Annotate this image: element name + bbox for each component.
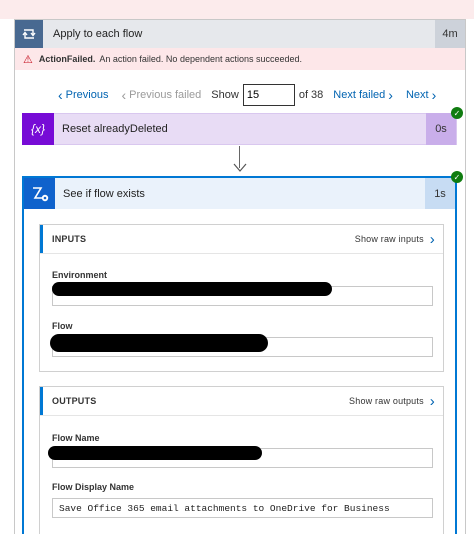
previous-label: Previous [65, 89, 109, 101]
flow-display-name-label: Flow Display Name [52, 482, 135, 492]
chevron-right-icon: › [388, 87, 393, 103]
redaction-mark [52, 282, 332, 296]
top-error-strip [0, 0, 474, 19]
flow-label: Flow [52, 321, 73, 331]
error-message: An action failed. No dependent actions s… [99, 54, 303, 64]
warning-icon: ⚠ [23, 53, 33, 66]
redaction-mark [50, 334, 268, 352]
outputs-body: Flow Name Flow Display Name Save Office … [40, 415, 443, 534]
reset-variable-action[interactable]: {x} Reset alreadyDeleted 0s [22, 113, 457, 145]
of-total-label: of 38 [298, 89, 324, 101]
flow-management-icon [24, 178, 55, 209]
loop-icon [15, 20, 43, 48]
reset-variable-duration: 0s [426, 113, 456, 145]
reset-variable-title: Reset alreadyDeleted [62, 123, 168, 135]
iteration-input[interactable] [242, 84, 295, 106]
see-if-flow-exists-action: See if flow exists 1s INPUTS Show raw in… [22, 176, 457, 534]
chevron-left-icon: ‹ [58, 87, 63, 103]
see-if-flow-exists-duration: 1s [425, 178, 455, 209]
next-failed-button[interactable]: Next failed › [333, 87, 396, 103]
show-raw-outputs-button[interactable]: Show raw outputs › [349, 393, 443, 410]
apply-to-each-header[interactable]: Apply to each flow 4m [15, 20, 465, 48]
next-label: Next [405, 89, 429, 101]
inputs-header: INPUTS Show raw inputs › [40, 225, 443, 253]
environment-label: Environment [52, 270, 108, 280]
show-raw-outputs-label: Show raw outputs [349, 396, 424, 406]
outputs-title: OUTPUTS [52, 396, 97, 406]
show-raw-inputs-label: Show raw inputs [354, 234, 424, 244]
variable-icon: {x} [22, 113, 54, 145]
show-label: Show [211, 89, 239, 101]
next-button[interactable]: Next › [406, 87, 439, 103]
flow-display-name-value: Save Office 365 email attachments to One… [52, 498, 433, 518]
iteration-pager: ‹ Previous ‹ Previous failed Show of 38 … [15, 84, 465, 106]
flow-name-label: Flow Name [52, 433, 100, 443]
chevron-right-icon: › [429, 230, 435, 248]
previous-button[interactable]: ‹ Previous [55, 87, 108, 103]
chevron-right-icon: › [429, 392, 435, 410]
inputs-body: Environment Flow [40, 253, 443, 371]
outputs-panel: OUTPUTS Show raw outputs › Flow Name Flo… [39, 386, 444, 534]
previous-failed-label: Previous failed [129, 89, 202, 101]
error-label: ActionFailed. [38, 54, 96, 64]
show-raw-inputs-button[interactable]: Show raw inputs › [355, 231, 443, 248]
inputs-panel: INPUTS Show raw inputs › Environment Flo… [39, 224, 444, 372]
success-check-icon: ✓ [451, 107, 463, 119]
next-failed-label: Next failed [333, 89, 386, 101]
see-if-flow-exists-title: See if flow exists [63, 187, 145, 200]
outputs-header: OUTPUTS Show raw outputs › [40, 387, 443, 415]
chevron-left-icon: ‹ [121, 87, 127, 103]
apply-to-each-duration: 4m [435, 20, 465, 48]
action-failed-banner: ⚠ ActionFailed. An action failed. No dep… [15, 48, 465, 70]
arrow-down-icon [233, 162, 247, 176]
see-if-flow-exists-header[interactable]: See if flow exists 1s [24, 178, 455, 209]
chevron-right-icon: › [431, 87, 437, 103]
previous-failed-button[interactable]: ‹ Previous failed [118, 87, 201, 103]
redaction-mark [48, 446, 262, 460]
apply-to-each-title: Apply to each flow [53, 28, 143, 40]
inputs-title: INPUTS [52, 234, 87, 244]
success-check-icon: ✓ [451, 171, 463, 183]
